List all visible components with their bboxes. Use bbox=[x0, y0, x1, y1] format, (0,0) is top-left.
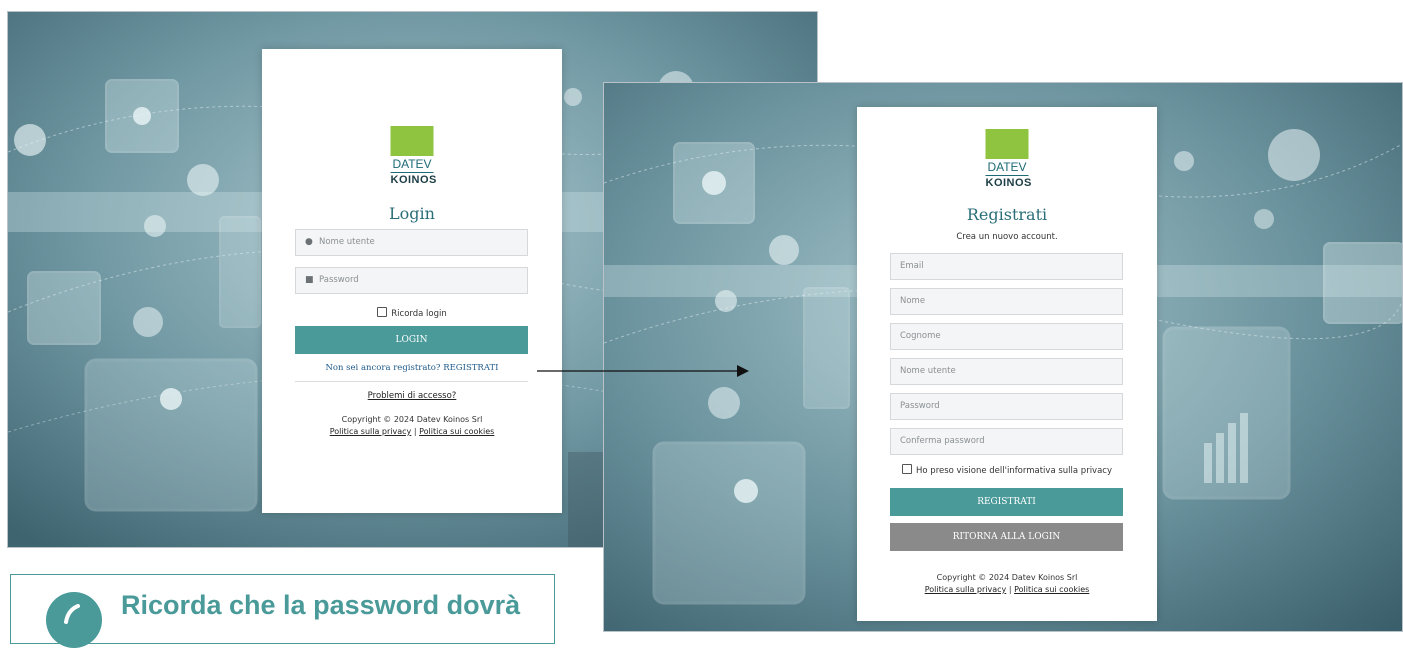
policy-links: Politica sulla privacy | Politica sui co… bbox=[857, 585, 1157, 594]
password-input[interactable]: ■ Password bbox=[295, 267, 528, 294]
lock-icon: ■ bbox=[305, 275, 314, 285]
register-button[interactable]: REGISTRATI bbox=[890, 488, 1123, 516]
privacy-checkbox[interactable] bbox=[902, 464, 912, 474]
privacy-row: Ho preso visione dell'informativa sulla … bbox=[857, 464, 1157, 476]
register-card: DATEV KOINOS Registrati Crea un nuovo ac… bbox=[857, 107, 1157, 621]
privacy-link[interactable]: Politica sulla privacy bbox=[925, 585, 1007, 594]
info-circle-icon bbox=[46, 592, 102, 648]
register-title: Registrati bbox=[966, 205, 1048, 224]
register-screenshot: DATEV KOINOS Registrati Crea un nuovo ac… bbox=[603, 82, 1403, 632]
confirm-password-field[interactable]: Conferma password bbox=[890, 428, 1123, 455]
password-field[interactable]: Password bbox=[890, 393, 1123, 420]
copyright-text: Copyright © 2024 Datev Koinos Srl bbox=[936, 573, 1078, 582]
cookies-link[interactable]: Politica sui cookies bbox=[1014, 585, 1089, 594]
tip-text: Ricorda che la password dovrà bbox=[121, 590, 521, 620]
register-subtitle: Crea un nuovo account. bbox=[956, 232, 1058, 242]
user-icon: ● bbox=[305, 237, 313, 247]
login-button[interactable]: LOGIN bbox=[295, 326, 528, 354]
username-placeholder: Nome utente bbox=[319, 237, 375, 247]
tip-box: Ricorda che la password dovrà bbox=[10, 574, 555, 648]
access-problems-link[interactable]: Problemi di accesso? bbox=[368, 391, 457, 401]
info-icon-glyph bbox=[64, 604, 80, 624]
email-field[interactable]: Email bbox=[890, 253, 1123, 280]
datev-koinos-logo: DATEV KOINOS bbox=[390, 126, 437, 187]
logo-green-block bbox=[985, 129, 1029, 159]
policy-links: Politica sulla privacy | Politica sui co… bbox=[262, 427, 562, 436]
logo-green-block bbox=[390, 126, 434, 156]
login-card: DATEV KOINOS Login ● Nome utente ■ Passwor… bbox=[262, 49, 562, 513]
remember-checkbox[interactable] bbox=[377, 307, 388, 317]
divider bbox=[295, 381, 528, 382]
username-field[interactable]: Nome utente bbox=[890, 358, 1123, 385]
datev-koinos-logo: DATEV KOINOS bbox=[985, 129, 1032, 190]
nome-field[interactable]: Nome bbox=[890, 288, 1123, 315]
links-separator: | bbox=[1008, 585, 1012, 594]
arrow-right-icon bbox=[537, 365, 749, 377]
back-to-login-button[interactable]: RITORNA ALLA LOGIN bbox=[890, 523, 1123, 551]
remember-row: Ricorda login bbox=[262, 307, 562, 319]
cookies-link[interactable]: Politica sui cookies bbox=[419, 427, 494, 436]
username-input[interactable]: ● Nome utente bbox=[295, 229, 528, 256]
register-link[interactable]: Non sei ancora registrato? REGISTRATI bbox=[262, 363, 562, 373]
privacy-link[interactable]: Politica sulla privacy bbox=[330, 427, 412, 436]
password-placeholder: Password bbox=[319, 275, 359, 285]
logo-brand: DATEV bbox=[390, 157, 434, 173]
login-title: Login bbox=[389, 204, 435, 223]
logo-brand: DATEV bbox=[985, 160, 1029, 176]
privacy-check-label: Ho preso visione dell'informativa sulla … bbox=[916, 466, 1112, 476]
cognome-field[interactable]: Cognome bbox=[890, 323, 1123, 350]
logo-sub: KOINOS bbox=[390, 174, 437, 186]
copyright-text: Copyright © 2024 Datev Koinos Srl bbox=[341, 415, 483, 424]
remember-label: Ricorda login bbox=[391, 309, 447, 319]
logo-sub: KOINOS bbox=[985, 177, 1032, 189]
access-problems-row: Problemi di accesso? bbox=[262, 391, 562, 401]
links-separator: | bbox=[413, 427, 417, 436]
